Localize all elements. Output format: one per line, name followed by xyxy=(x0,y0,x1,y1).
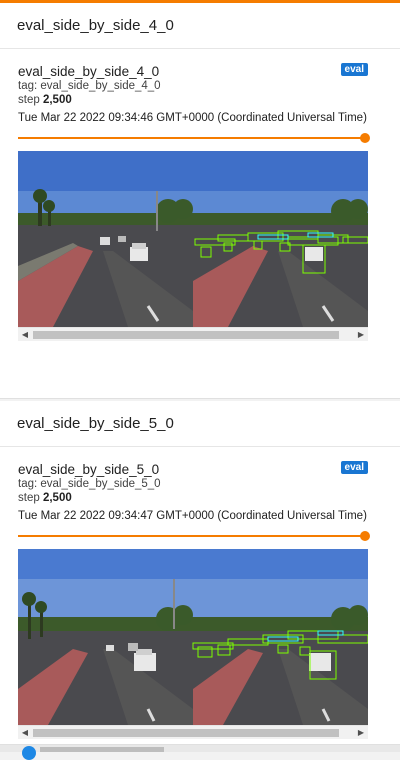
road-scene-image xyxy=(18,549,368,725)
card-tag: tag: eval_side_by_side_5_0 xyxy=(18,478,161,490)
run-badge: eval xyxy=(340,63,368,76)
card-step: step 2,500 xyxy=(18,491,368,505)
card-title: eval_side_by_side_4_0 xyxy=(18,64,160,79)
bottom-status-strip xyxy=(0,745,400,760)
road-scene-image xyxy=(18,151,368,327)
image-card: eval eval_side_by_side_4_0 tag: eval_sid… xyxy=(0,49,400,341)
scroll-left-arrow-icon[interactable]: ◀ xyxy=(18,726,32,739)
scroll-right-arrow-icon[interactable]: ▶ xyxy=(354,328,368,341)
card-timestamp: Tue Mar 22 2022 09:34:47 GMT+0000 (Coord… xyxy=(18,510,367,522)
side-by-side-image xyxy=(18,151,368,327)
step-value: 2,500 xyxy=(42,94,72,106)
step-label: step xyxy=(18,492,40,504)
side-by-side-image xyxy=(18,549,368,725)
slider-track xyxy=(18,137,366,139)
card-step: step 2,500 xyxy=(18,93,368,107)
step-slider[interactable] xyxy=(18,529,370,543)
image-card: eval eval_side_by_side_5_0 tag: eval_sid… xyxy=(0,447,400,739)
card-timestamp: Tue Mar 22 2022 09:34:46 GMT+0000 (Coord… xyxy=(18,112,367,124)
section-header[interactable]: eval_side_by_side_5_0 xyxy=(0,401,400,447)
slider-track xyxy=(18,535,366,537)
scroll-left-arrow-icon[interactable]: ◀ xyxy=(18,328,32,341)
status-dot xyxy=(22,746,36,760)
card-tag: tag: eval_side_by_side_4_0 xyxy=(18,80,161,92)
image-horizontal-scrollbar[interactable]: ◀ ▶ xyxy=(18,725,368,739)
slider-thumb[interactable] xyxy=(360,531,370,541)
step-value: 2,500 xyxy=(42,492,72,504)
scroll-right-arrow-icon[interactable]: ▶ xyxy=(354,726,368,739)
image-horizontal-scrollbar[interactable]: ◀ ▶ xyxy=(18,327,368,341)
step-label: step xyxy=(18,94,40,106)
step-slider[interactable] xyxy=(18,131,370,145)
card-title: eval_side_by_side_5_0 xyxy=(18,462,160,477)
scrollbar-thumb[interactable] xyxy=(33,729,339,737)
section-eval-side-by-side-5-0: eval_side_by_side_5_0 eval eval_side_by_… xyxy=(0,401,400,745)
scrollbar-thumb[interactable] xyxy=(33,331,339,339)
status-segment xyxy=(40,747,164,752)
section-header[interactable]: eval_side_by_side_4_0 xyxy=(0,3,400,49)
run-badge: eval xyxy=(340,461,368,474)
slider-thumb[interactable] xyxy=(360,133,370,143)
section-eval-side-by-side-4-0: eval_side_by_side_4_0 eval eval_side_by_… xyxy=(0,3,400,399)
